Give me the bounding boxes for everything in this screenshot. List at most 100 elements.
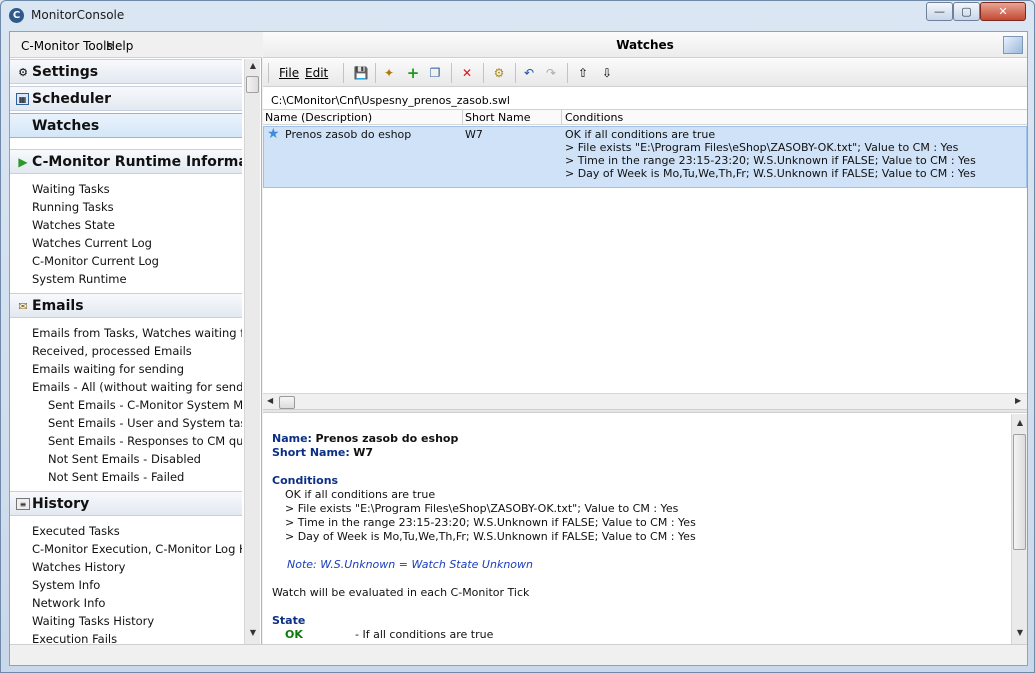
nav-item-network-info[interactable]: Network Info: [32, 596, 105, 610]
nav-scrollbar[interactable]: ▲ ▼: [244, 59, 260, 644]
nav-item-emails-all[interactable]: Emails - All (without waiting for sendin…: [32, 380, 242, 394]
grid-horizontal-scrollbar[interactable]: ◀ ▶: [263, 393, 1027, 410]
move-up-icon[interactable]: ⇧: [575, 64, 591, 82]
section-label: C-Monitor Runtime Information: [32, 154, 242, 170]
nav-section-emails[interactable]: ✉ Emails: [10, 293, 242, 318]
row-short-name: W7: [465, 128, 483, 141]
grid-header: Name (Description) Short Name Conditions: [263, 110, 1027, 125]
envelope-icon: ✉: [18, 300, 28, 313]
detail-condition: > Day of Week is Mo,Tu,We,Th,Fr; W.S.Unk…: [285, 530, 696, 543]
nav-item-watches-history[interactable]: Watches History: [32, 560, 125, 574]
nav-item-system-info[interactable]: System Info: [32, 578, 100, 592]
scroll-down-icon[interactable]: ▼: [247, 628, 259, 642]
scroll-left-icon[interactable]: ◀: [267, 396, 273, 405]
section-label: Scheduler: [32, 91, 112, 107]
section-label: Watches: [32, 118, 100, 134]
redo-icon[interactable]: ↷: [543, 64, 559, 82]
wand-icon[interactable]: ✦: [381, 64, 397, 82]
nav-item-emails-waiting[interactable]: Emails waiting for sending: [32, 362, 184, 376]
column-short-name[interactable]: Short Name: [465, 111, 530, 124]
add-icon[interactable]: +: [405, 64, 421, 82]
title-bar[interactable]: C MonitorConsole — ▢ ✕: [1, 1, 1034, 29]
table-row[interactable]: ★ Prenos zasob do eshop W7 OK if all con…: [263, 126, 1027, 188]
app-logo-icon: C: [9, 8, 24, 23]
detail-short-label: Short Name:: [272, 446, 350, 459]
watches-grid: Name (Description) Short Name Conditions…: [263, 109, 1027, 410]
file-menu[interactable]: File: [279, 64, 299, 82]
gear-icon[interactable]: ⚙: [491, 64, 507, 82]
scroll-thumb[interactable]: [279, 396, 295, 409]
nav-item-sent-system-message[interactable]: Sent Emails - C-Monitor System Message: [48, 398, 242, 412]
nav-item-waiting-tasks-history[interactable]: Waiting Tasks History: [32, 614, 154, 628]
nav-section-history[interactable]: ≡ History: [10, 491, 242, 516]
column-name[interactable]: Name (Description): [265, 111, 372, 124]
nav-section-runtime-information[interactable]: ▶ C-Monitor Runtime Information: [10, 149, 242, 174]
nav-item-not-sent-disabled[interactable]: Not Sent Emails - Disabled: [48, 452, 201, 466]
close-button[interactable]: ✕: [980, 2, 1026, 21]
nav-item-received-emails[interactable]: Received, processed Emails: [32, 344, 192, 358]
column-conditions[interactable]: Conditions: [565, 111, 623, 124]
scroll-up-icon[interactable]: ▲: [1014, 418, 1026, 432]
brand-logo-icon: [1003, 36, 1023, 54]
scroll-right-icon[interactable]: ▶: [1015, 396, 1021, 405]
detail-note: Note: W.S.Unknown = Watch State Unknown: [287, 558, 533, 571]
star-icon: ★: [267, 126, 280, 142]
nav-item-not-sent-failed[interactable]: Not Sent Emails - Failed: [48, 470, 184, 484]
nav-item-waiting-tasks[interactable]: Waiting Tasks: [32, 182, 110, 196]
column-separator[interactable]: [561, 110, 562, 125]
detail-evaluation-text: Watch will be evaluated in each C-Monito…: [272, 586, 530, 599]
nav-item-sent-user-tasks[interactable]: Sent Emails - User and System tasks Res: [48, 416, 242, 430]
delete-icon[interactable]: ✕: [459, 64, 475, 82]
app-window: C MonitorConsole — ▢ ✕ C-Monitor Tools H…: [0, 0, 1035, 673]
undo-icon[interactable]: ↶: [521, 64, 537, 82]
toolbar-separator: [567, 63, 568, 83]
section-label: History: [32, 496, 90, 512]
history-icon: ≡: [16, 498, 30, 510]
scheduler-icon: ▦: [16, 93, 29, 105]
nav-item-executed-tasks[interactable]: Executed Tasks: [32, 524, 120, 538]
nav-item-execution-fails[interactable]: Execution Fails: [32, 632, 117, 644]
nav-item-sent-responses[interactable]: Sent Emails - Responses to CM queries: [48, 434, 242, 448]
toolbar: File Edit 💾 ✦ + ❐ ✕ ⚙ ↶ ↷ ⇧ ⇩: [263, 59, 1027, 87]
scroll-thumb[interactable]: [1013, 434, 1026, 550]
detail-scrollbar[interactable]: ▲ ▼: [1011, 414, 1027, 644]
minimize-button[interactable]: —: [926, 2, 953, 21]
save-icon[interactable]: 💾: [353, 64, 369, 82]
nav-section-settings[interactable]: ⚙ Settings: [10, 59, 242, 84]
detail-short-value: W7: [353, 446, 374, 459]
nav-tree: ⚙ Settings ▦ Scheduler Watches ▶ C-Monit…: [10, 59, 242, 644]
section-label: Emails: [32, 298, 84, 314]
watches-panel: Watches File Edit 💾 ✦ + ❐ ✕ ⚙ ↶ ↷ ⇧ ⇩ C:…: [263, 32, 1027, 644]
nav-item-system-runtime[interactable]: System Runtime: [32, 272, 127, 286]
copy-icon[interactable]: ❐: [427, 64, 443, 82]
row-condition: OK if all conditions are true: [565, 128, 716, 141]
menu-cmonitor-tools[interactable]: C-Monitor Tools: [21, 39, 113, 53]
play-icon: ▶: [18, 155, 28, 169]
maximize-button[interactable]: ▢: [953, 2, 980, 21]
column-separator[interactable]: [462, 110, 463, 125]
scroll-thumb[interactable]: [246, 76, 259, 93]
scroll-down-icon[interactable]: ▼: [1014, 628, 1026, 642]
scroll-up-icon[interactable]: ▲: [247, 61, 259, 75]
nav-item-emails-waiting-send[interactable]: Emails from Tasks, Watches waiting for s…: [32, 326, 242, 340]
detail-state-ok: OK: [285, 628, 303, 641]
nav-item-cmonitor-current-log[interactable]: C-Monitor Current Log: [32, 254, 159, 268]
nav-section-watches[interactable]: Watches: [10, 113, 242, 138]
edit-menu[interactable]: Edit: [305, 64, 328, 82]
nav-item-running-tasks[interactable]: Running Tasks: [32, 200, 114, 214]
section-label: Settings: [32, 64, 99, 80]
toolbar-separator: [268, 63, 269, 83]
toolbar-separator: [515, 63, 516, 83]
nav-item-watches-state[interactable]: Watches State: [32, 218, 115, 232]
panel-title: Watches: [616, 38, 674, 52]
nav-section-scheduler[interactable]: ▦ Scheduler: [10, 86, 242, 111]
move-down-icon[interactable]: ⇩: [599, 64, 615, 82]
row-condition: > File exists "E:\Program Files\eShop\ZA…: [565, 141, 959, 154]
gear-icon: ⚙: [18, 66, 28, 79]
nav-item-watches-current-log[interactable]: Watches Current Log: [32, 236, 152, 250]
nav-item-execution-log-history[interactable]: C-Monitor Execution, C-Monitor Log Histo…: [32, 542, 242, 556]
detail-state-ok-description: - If all conditions are true: [355, 628, 494, 641]
splitter[interactable]: [263, 409, 1027, 413]
toolbar-separator: [483, 63, 484, 83]
menu-help[interactable]: Help: [106, 39, 133, 53]
